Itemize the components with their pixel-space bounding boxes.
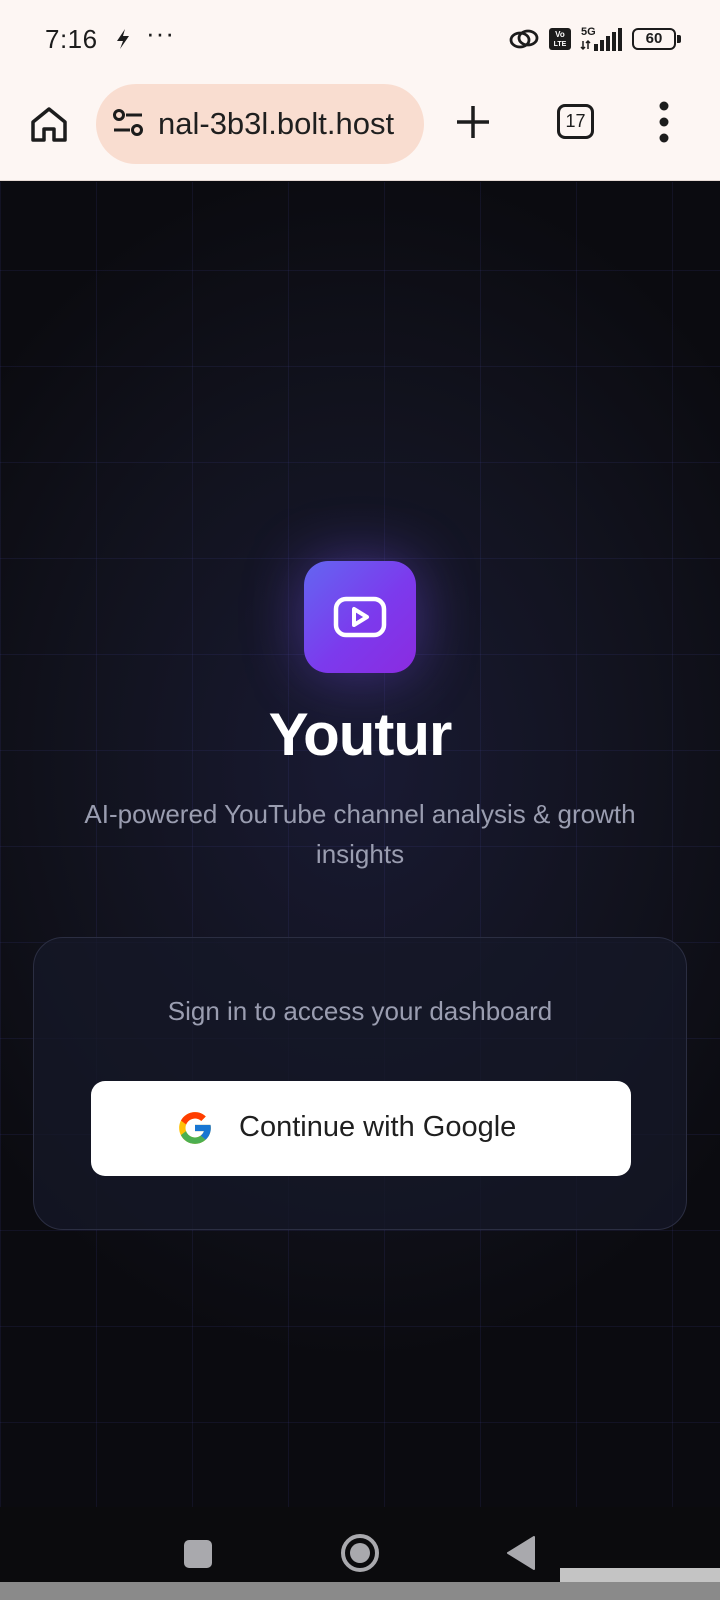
signin-card: Sign in to access your dashboard Continu… <box>33 937 687 1230</box>
home-icon[interactable] <box>27 102 71 146</box>
home-button[interactable] <box>340 1533 380 1573</box>
back-button[interactable] <box>506 1535 536 1571</box>
browser-toolbar: nal-3b3l.bolt.host 17 <box>0 78 720 181</box>
app-title: Youtur <box>268 701 453 768</box>
recents-button[interactable] <box>184 1540 212 1568</box>
status-time: 7:16 <box>45 24 98 54</box>
signin-prompt: Sign in to access your dashboard <box>167 996 553 1026</box>
bolt-icon <box>117 29 129 49</box>
app-logo <box>304 561 416 673</box>
more-notifications-icon: ··· <box>146 18 175 48</box>
link-icon <box>509 29 539 49</box>
status-icons: Vo LTE 5G 60 <box>508 24 681 54</box>
google-button-label: Continue with Google <box>239 1111 517 1143</box>
overflow-menu-icon[interactable] <box>658 100 670 144</box>
google-icon <box>179 1112 211 1144</box>
bottom-edge <box>0 1582 720 1600</box>
new-tab-icon[interactable] <box>454 103 492 141</box>
volte-icon: Vo LTE <box>549 28 571 50</box>
play-video-icon <box>333 596 387 638</box>
address-bar[interactable]: nal-3b3l.bolt.host <box>96 84 424 164</box>
url-text: nal-3b3l.bolt.host <box>158 106 395 141</box>
app-tagline: AI-powered YouTube channel analysis & gr… <box>84 799 636 869</box>
continue-with-google-button[interactable]: Continue with Google <box>91 1081 631 1176</box>
svg-text:Vo: Vo <box>555 30 565 39</box>
login-page: Youtur AI-powered YouTube channel analys… <box>0 182 720 1507</box>
battery-icon: 60 <box>632 28 681 50</box>
site-settings-icon[interactable] <box>112 108 144 138</box>
svg-text:LTE: LTE <box>554 41 567 48</box>
status-bar: 7:16 ··· Vo LTE 5G 60 <box>0 0 720 78</box>
svg-text:5G: 5G <box>581 26 596 38</box>
gesture-handle <box>560 1568 720 1582</box>
signal-5g-icon: 5G <box>580 26 622 51</box>
tab-switcher-button[interactable]: 17 <box>557 104 594 139</box>
